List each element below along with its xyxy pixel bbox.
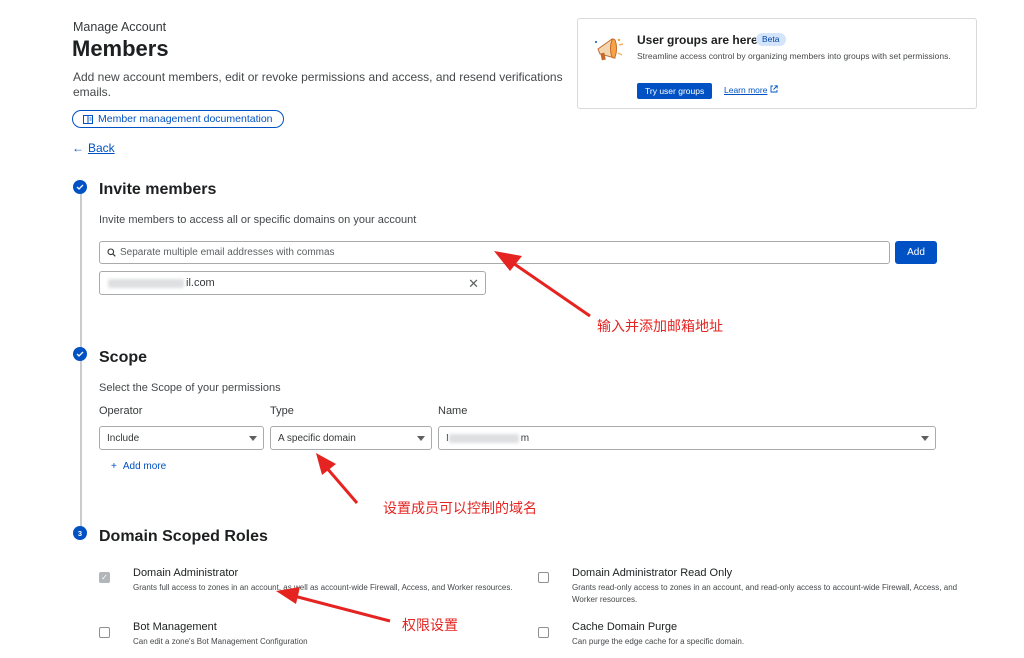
arrow-left-icon: ← (72, 141, 84, 155)
role-description: Grants full access to zones in an accoun… (133, 583, 513, 592)
domain-scoped-roles-title: Domain Scoped Roles (99, 528, 268, 545)
documentation-button[interactable]: Member management documentation (72, 110, 284, 128)
step-complete-icon (73, 347, 87, 361)
book-icon (83, 114, 93, 124)
redacted-text (448, 433, 519, 443)
breadcrumb: Manage Account (73, 20, 167, 34)
add-more-button[interactable]: + Add more (111, 461, 166, 472)
page-description: Add new account members, edit or revoke … (73, 70, 563, 99)
role-name: Cache Domain Purge (572, 621, 678, 633)
chevron-down-icon (921, 436, 929, 441)
role-checkbox-bot-management[interactable] (99, 627, 110, 638)
try-user-groups-button[interactable]: Try user groups (637, 83, 713, 99)
add-email-button[interactable]: Add (895, 241, 937, 264)
learn-more-label: Learn more (724, 85, 768, 95)
page-title: Members (72, 36, 169, 61)
annotation-domain: 设置成员可以控制的域名 (383, 500, 537, 516)
step-complete-icon (73, 180, 87, 194)
type-select[interactable]: A specific domain (270, 426, 432, 450)
role-description: Can edit a zone's Bot Management Configu… (133, 637, 308, 646)
role-name: Bot Management (133, 621, 217, 633)
close-icon[interactable]: ✕ (468, 276, 479, 292)
megaphone-icon (595, 38, 624, 61)
email-input-wrapper[interactable] (99, 241, 890, 264)
promo-description: Streamline access control by organizing … (637, 51, 951, 61)
search-icon (107, 248, 116, 257)
role-name: Domain Administrator (133, 567, 239, 579)
redacted-text (108, 278, 184, 288)
invite-members-title: Invite members (99, 181, 217, 198)
beta-badge: Beta (756, 33, 786, 46)
role-checkbox-cache-domain-purge[interactable] (538, 627, 549, 638)
chevron-down-icon (249, 436, 257, 441)
annotation-email: 输入并添加邮箱地址 (597, 318, 723, 334)
operator-select[interactable]: Include (99, 426, 264, 450)
name-label: Name (438, 405, 468, 417)
annotation-roles: 权限设置 (402, 617, 458, 633)
user-groups-promo-card: User groups are here Beta Streamline acc… (577, 18, 977, 109)
name-select[interactable]: I m (438, 426, 936, 450)
type-value: A specific domain (278, 432, 356, 444)
learn-more-link[interactable]: Learn more (724, 85, 779, 95)
promo-title: User groups are here (637, 33, 758, 47)
step-number-badge: 3 (73, 526, 87, 540)
invite-members-subtitle: Invite members to access all or specific… (99, 214, 417, 226)
role-checkbox-domain-administrator-read-only[interactable] (538, 572, 549, 583)
type-label: Type (270, 405, 294, 417)
external-link-icon (771, 85, 779, 93)
name-value-suffix: m (520, 432, 530, 444)
scope-title: Scope (99, 349, 148, 366)
role-description: Grants read-only access to zones in an a… (572, 583, 958, 604)
role-checkbox-domain-administrator[interactable]: ✓ (99, 572, 110, 583)
plus-icon: + (111, 461, 117, 472)
operator-label: Operator (99, 405, 143, 417)
email-chip-text: il.com (186, 277, 215, 289)
operator-value: Include (107, 432, 140, 444)
back-label: Back (88, 141, 115, 155)
documentation-label: Member management documentation (98, 113, 273, 125)
email-chip: il.com ✕ (99, 271, 486, 295)
back-link[interactable]: ← Back (72, 141, 115, 155)
email-input[interactable] (120, 247, 860, 258)
role-name: Domain Administrator Read Only (572, 567, 733, 579)
role-description: Can purge the edge cache for a specific … (572, 637, 745, 646)
chevron-down-icon (417, 436, 425, 441)
add-more-label: Add more (122, 461, 167, 472)
scope-subtitle: Select the Scope of your permissions (99, 382, 281, 394)
